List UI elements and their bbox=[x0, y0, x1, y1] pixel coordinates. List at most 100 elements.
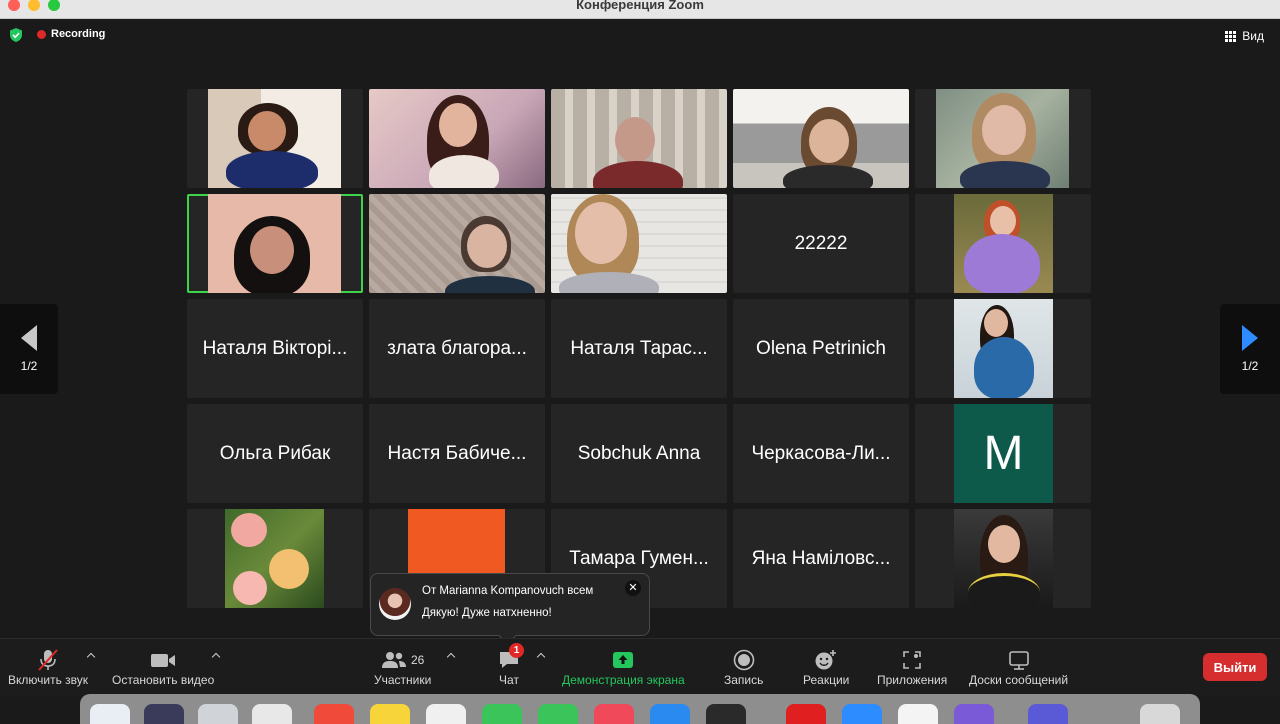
dock-app-icon[interactable] bbox=[954, 704, 994, 724]
participant-name: Ольга Рибак bbox=[219, 442, 331, 464]
participant-video bbox=[551, 194, 727, 293]
macos-dock bbox=[80, 694, 1200, 724]
share-screen-label: Демонстрация экрана bbox=[562, 673, 685, 687]
dock-app-icon[interactable] bbox=[1028, 704, 1068, 724]
record-button[interactable]: Запись bbox=[724, 647, 763, 687]
page-indicator-right: 1/2 bbox=[1241, 359, 1259, 373]
finder-icon[interactable] bbox=[90, 704, 130, 724]
smiley-icon bbox=[814, 647, 838, 673]
participant-tile[interactable]: Ольга Рибак bbox=[187, 404, 363, 503]
security-shield-icon[interactable] bbox=[8, 27, 24, 43]
unmute-button[interactable]: Включить звук bbox=[8, 647, 88, 687]
participant-tile[interactable]: злата благора... bbox=[369, 299, 545, 398]
participant-tile[interactable]: Наталя Тарас... bbox=[551, 299, 727, 398]
leave-meeting-button[interactable]: Выйти bbox=[1203, 653, 1267, 681]
sender-avatar bbox=[379, 588, 411, 620]
participant-tile[interactable]: Яна Наміловс... bbox=[733, 509, 909, 608]
calendar-icon[interactable] bbox=[314, 704, 354, 724]
chat-message: Дякую! Дуже натхненно! bbox=[422, 607, 552, 619]
participant-video bbox=[369, 89, 545, 188]
participant-video bbox=[954, 509, 1053, 608]
dock-app-icon[interactable] bbox=[144, 704, 184, 724]
apps-button[interactable]: Приложения bbox=[877, 647, 947, 687]
participants-label: Участники bbox=[374, 673, 432, 687]
app-store-icon[interactable] bbox=[650, 704, 690, 724]
notes-icon[interactable] bbox=[370, 704, 410, 724]
arrow-left-icon bbox=[21, 325, 37, 351]
dock-app-icon[interactable] bbox=[786, 704, 826, 724]
window-title: Конференция Zoom bbox=[576, 0, 704, 12]
audio-options-chevron-icon[interactable] bbox=[87, 651, 95, 659]
arrow-right-icon bbox=[1242, 325, 1258, 351]
participant-tile[interactable]: M bbox=[915, 404, 1091, 503]
view-label: Вид bbox=[1242, 29, 1264, 43]
participants-options-chevron-icon[interactable] bbox=[447, 651, 455, 659]
previous-page-button[interactable]: 1/2 bbox=[0, 304, 58, 394]
participant-tile[interactable] bbox=[915, 509, 1091, 608]
participant-tile[interactable] bbox=[369, 194, 545, 293]
participant-tile[interactable] bbox=[733, 89, 909, 188]
video-options-chevron-icon[interactable] bbox=[212, 651, 220, 659]
chat-button[interactable]: 1 Чат bbox=[497, 643, 524, 687]
apps-label: Приложения bbox=[877, 673, 948, 687]
participant-tile[interactable] bbox=[187, 509, 363, 608]
participants-count: 26 bbox=[410, 653, 425, 667]
participant-tile[interactable] bbox=[369, 89, 545, 188]
share-screen-button[interactable]: Демонстрация экрана bbox=[562, 647, 685, 687]
page-indicator-left: 1/2 bbox=[20, 359, 38, 373]
dock-app-icon[interactable] bbox=[706, 704, 746, 724]
participant-tile[interactable] bbox=[551, 194, 727, 293]
participant-tile[interactable]: 22222 bbox=[733, 194, 909, 293]
whiteboard-icon bbox=[1007, 647, 1031, 673]
participant-name: Яна Наміловс... bbox=[751, 547, 891, 569]
music-icon[interactable] bbox=[594, 704, 634, 724]
grid-icon bbox=[1225, 30, 1237, 42]
view-button[interactable]: Вид bbox=[1219, 26, 1270, 46]
participant-name: Настя Бабиче... bbox=[387, 442, 527, 464]
participant-name: Sobchuk Anna bbox=[577, 442, 701, 464]
recording-dot-icon bbox=[37, 29, 46, 39]
participant-video bbox=[733, 89, 909, 188]
active-speaker-tile[interactable] bbox=[187, 194, 363, 293]
chat-options-chevron-icon[interactable] bbox=[537, 651, 545, 659]
participant-tile[interactable]: Sobchuk Anna bbox=[551, 404, 727, 503]
unmute-label: Включить звук bbox=[8, 673, 89, 687]
chat-notification[interactable]: От Marianna Kompanovuch всем Дякую! Дуже… bbox=[370, 573, 650, 636]
mic-muted-icon bbox=[35, 647, 61, 673]
recording-label: Recording bbox=[51, 28, 106, 40]
participant-name: 22222 bbox=[794, 232, 848, 254]
reactions-button[interactable]: Реакции bbox=[803, 647, 849, 687]
close-icon[interactable]: ✕ bbox=[625, 580, 641, 596]
messages-icon[interactable] bbox=[482, 704, 522, 724]
facetime-icon[interactable] bbox=[538, 704, 578, 724]
trash-icon[interactable] bbox=[1140, 704, 1180, 724]
record-label: Запись bbox=[724, 673, 764, 687]
whiteboards-button[interactable]: Доски сообщений bbox=[969, 647, 1068, 687]
apps-icon bbox=[901, 647, 923, 673]
participant-tile[interactable] bbox=[187, 89, 363, 188]
stop-video-button[interactable]: Остановить видео bbox=[112, 647, 214, 687]
stop-video-label: Остановить видео bbox=[112, 673, 215, 687]
next-page-button[interactable]: 1/2 bbox=[1220, 304, 1280, 394]
participant-video bbox=[208, 194, 341, 293]
participant-tile[interactable] bbox=[551, 89, 727, 188]
participant-tile[interactable]: Olena Petrinich bbox=[733, 299, 909, 398]
dock-app-icon[interactable] bbox=[198, 704, 238, 724]
photos-icon[interactable] bbox=[426, 704, 466, 724]
participant-video bbox=[551, 89, 727, 188]
zoom-app-icon[interactable] bbox=[842, 704, 882, 724]
participant-tile[interactable] bbox=[915, 299, 1091, 398]
participant-tile[interactable]: Черкасова-Ли... bbox=[733, 404, 909, 503]
participant-tile[interactable]: Наталя Вікторі... bbox=[187, 299, 363, 398]
chat-sender: От Marianna Kompanovuch всем bbox=[422, 585, 594, 597]
whiteboards-label: Доски сообщений bbox=[969, 673, 1069, 687]
participant-tile[interactable]: Настя Бабиче... bbox=[369, 404, 545, 503]
dock-app-icon[interactable] bbox=[252, 704, 292, 724]
participant-name: Черкасова-Ли... bbox=[751, 442, 891, 464]
recording-indicator[interactable]: Recording bbox=[37, 28, 105, 40]
participant-tile[interactable] bbox=[915, 89, 1091, 188]
participant-name: Olena Petrinich bbox=[756, 337, 886, 359]
participants-button[interactable]: 26 Участники bbox=[374, 647, 431, 687]
dock-app-icon[interactable] bbox=[898, 704, 938, 724]
participant-tile[interactable] bbox=[915, 194, 1091, 293]
